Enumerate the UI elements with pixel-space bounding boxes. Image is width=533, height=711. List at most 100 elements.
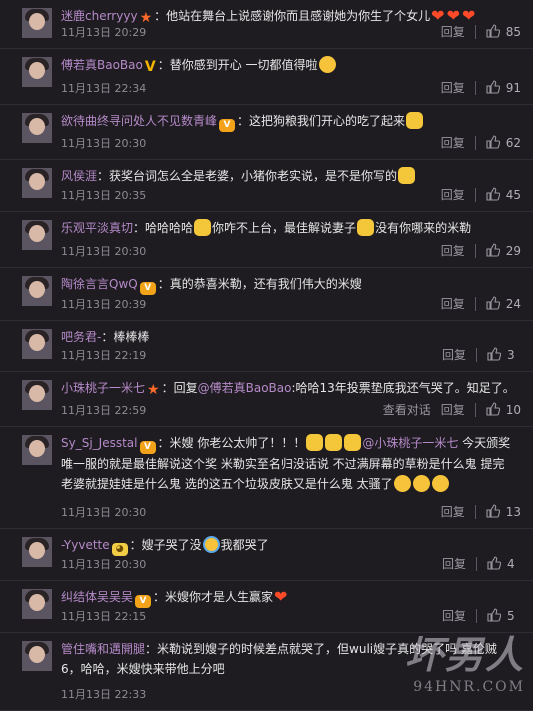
action-divider (476, 348, 477, 362)
username-link[interactable]: 小珠桃子一米七 (61, 381, 145, 395)
comment-meta: 11月13日 20:30 回复 4 (61, 555, 521, 573)
comment-colon: ： (145, 642, 158, 656)
comment-actions: 回复 85 (441, 23, 521, 41)
like-count: 5 (507, 609, 515, 623)
comment-meta: 11月13日 22:33 (61, 685, 521, 703)
comment-colon: ： (237, 114, 250, 128)
like-count: 24 (505, 297, 521, 311)
avatar[interactable] (22, 220, 52, 250)
cat-face-icon (406, 112, 424, 129)
thumbs-up-icon[interactable] (487, 347, 502, 361)
comment-colon: ： (161, 381, 174, 395)
thumbs-up-icon[interactable] (486, 187, 500, 201)
comment-body: 米嫂 你老公太帅了！！！ (169, 436, 306, 450)
timestamp: 11月13日 20:29 (61, 26, 147, 39)
thumbs-up-icon[interactable] (487, 556, 502, 570)
comment-text: Sy_Sj_Jesstal V ：米嫂 你老公太帅了！！！ @小珠桃子一米七 今天颁奖… (61, 433, 515, 494)
avatar[interactable] (22, 435, 52, 465)
mention-link[interactable]: @小珠桃子一米七 (362, 436, 458, 450)
avatar[interactable] (22, 537, 52, 567)
reply-button[interactable]: 回复 (441, 503, 465, 521)
avatar[interactable] (22, 8, 52, 38)
comment-item: 欲待曲终寻问处人不见数青峰 V ：这把狗粮我们开心的吃了起来 11月13日 20:30… (0, 105, 533, 160)
reply-button[interactable]: 回复 (442, 346, 466, 364)
username-link[interactable]: 迷鹿cherryyy (61, 9, 138, 23)
comment-item: -Yyvette ◕ ：嫂子哭了没 我都哭了 11月13日 20:30 回复 4 (0, 529, 533, 581)
laughing-tears-emoji-icon (393, 475, 411, 492)
comment-meta: 11月13日 20:30 回复 62 (61, 134, 521, 152)
action-divider (474, 188, 476, 202)
laughing-tears-emoji-icon (412, 475, 430, 492)
comment-colon: ： (101, 330, 114, 344)
comment-body: 我都哭了 (220, 538, 269, 552)
thumbs-up-icon[interactable] (486, 402, 500, 416)
username-link[interactable]: 管住嘴和邁開腿 (61, 642, 145, 656)
reply-button[interactable]: 回复 (441, 134, 465, 152)
timestamp: 11月13日 20:30 (61, 245, 147, 258)
reply-button[interactable]: 回复 (441, 79, 465, 97)
username-link[interactable]: Sy_Sj_Jesstal (61, 436, 138, 450)
thumbs-up-icon[interactable] (486, 296, 500, 310)
avatar[interactable] (22, 168, 52, 198)
action-divider (476, 557, 477, 571)
username-link[interactable]: 傅若真BaoBao (61, 58, 143, 72)
username-link[interactable]: 纠结体吴吴吴 (61, 590, 133, 604)
laughing-tears-emoji-icon (431, 475, 449, 492)
like-count: 4 (507, 557, 515, 571)
comment-meta: 11月13日 22:15 回复 5 (61, 607, 521, 625)
mention-link[interactable]: @傅若真BaoBao (198, 381, 292, 395)
comment-actions: 回复 24 (441, 295, 521, 313)
comment-body: 这把狗粮我们开心的吃了起来 (249, 114, 406, 128)
thumbs-up-icon[interactable] (486, 504, 500, 518)
comment-actions: 回复 91 (441, 79, 521, 97)
comment-item: 小珠桃子一米七 ★ ：回复@傅若真BaoBao:哈哈13年投票垫底我还气哭了。知足了… (0, 372, 533, 427)
thumbs-up-icon[interactable] (486, 243, 500, 257)
username-link[interactable]: 乐观平淡真切 (61, 221, 133, 235)
verified-v-icon: V (144, 59, 156, 75)
avatar[interactable] (22, 641, 52, 671)
view-conversation-button[interactable]: 查看对话 (383, 401, 431, 419)
avatar[interactable] (22, 276, 52, 306)
comment-colon: ： (157, 436, 170, 450)
username-link[interactable]: 风侯涯 (61, 169, 97, 183)
comment-meta: 11月13日 22:19 回复 3 (61, 346, 521, 364)
action-divider (476, 609, 477, 623)
action-divider (474, 136, 476, 150)
timestamp: 11月13日 22:34 (61, 82, 147, 95)
username-link[interactable]: 陶徐言言QwQ (61, 277, 138, 291)
comment-actions: 回复 29 (441, 242, 521, 260)
thumbs-up-icon[interactable] (486, 80, 500, 94)
reply-button[interactable]: 回复 (442, 555, 466, 573)
vip-badge-icon: V (139, 282, 156, 295)
vip-badge-icon: V (219, 119, 236, 132)
comment-body: 没有你哪来的米勒 (375, 221, 472, 235)
avatar[interactable] (22, 329, 52, 359)
reply-button[interactable]: 回复 (442, 607, 466, 625)
avatar[interactable] (22, 113, 52, 143)
reply-button[interactable]: 回复 (441, 401, 465, 419)
avatar[interactable] (22, 589, 52, 619)
username-link[interactable]: 欲待曲终寻问处人不见数青峰 (61, 114, 217, 128)
comment-text: -Yyvette ◕ ：嫂子哭了没 我都哭了 (61, 535, 515, 556)
username-link[interactable]: -Yyvette (61, 538, 110, 552)
thumbs-up-icon[interactable] (486, 135, 500, 149)
comment-list: 迷鹿cherryyy ★ ：他站在舞台上说感谢你而且感谢她为你生了个女儿❤ ❤ ❤ 11月… (0, 0, 533, 711)
avatar[interactable] (22, 57, 52, 87)
reply-button[interactable]: 回复 (441, 295, 465, 313)
reply-button[interactable]: 回复 (441, 23, 465, 41)
comment-item: 纠结体吴吴吴 V ：米嫂你才是人生赢家❤ 11月13日 22:15 回复 5 (0, 581, 533, 633)
comment-meta: 11月13日 20:29 回复 85 (61, 23, 521, 41)
cat-face-icon (398, 167, 416, 184)
thumbs-up-icon[interactable] (487, 608, 502, 622)
reply-button[interactable]: 回复 (441, 242, 465, 260)
comment-body: 哈哈哈哈 (145, 221, 194, 235)
comment-actions: 回复 5 (442, 607, 521, 625)
thumbs-up-icon[interactable] (486, 24, 500, 38)
comment-colon: ： (133, 221, 146, 235)
comment-meta: 11月13日 20:30 回复 29 (61, 242, 521, 260)
comment-colon: ： (97, 169, 110, 183)
avatar[interactable] (22, 380, 52, 410)
reply-button[interactable]: 回复 (441, 186, 465, 204)
username-link[interactable]: 吧务君- (61, 330, 101, 344)
comment-actions: 回复 45 (441, 186, 521, 204)
